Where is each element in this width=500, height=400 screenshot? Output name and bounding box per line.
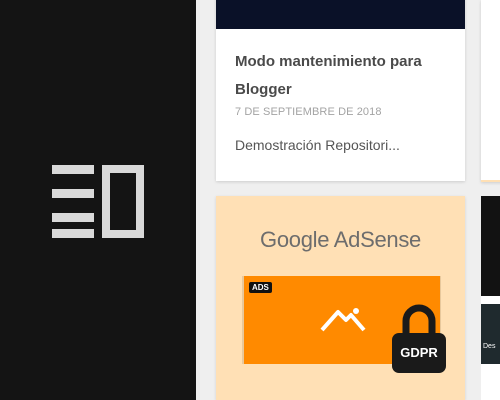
gdpr-label: GDPR: [400, 345, 438, 360]
blog-logo-icon[interactable]: [52, 165, 144, 238]
post-date: 7 DE SEPTIEMBRE DE 2018: [235, 106, 382, 118]
post-thumbnail[interactable]: [216, 0, 465, 29]
adsense-brand-text: Google AdSense: [260, 227, 421, 252]
padlock-icon: GDPR: [392, 301, 450, 373]
post-grid: Modo mantenimiento para Blogger 7 DE SEP…: [196, 0, 500, 400]
peek-post-text: Des: [483, 343, 496, 350]
post-card[interactable]: Google AdSense ADS GDPR: [216, 196, 465, 400]
post-title[interactable]: Modo mantenimiento para Blogger: [235, 48, 450, 104]
sidebar: [0, 0, 196, 400]
post-card-peek[interactable]: Des: [481, 196, 500, 400]
post-card-peek[interactable]: [481, 0, 500, 182]
ads-tag: ADS: [249, 282, 272, 293]
post-card[interactable]: Modo mantenimiento para Blogger 7 DE SEP…: [216, 0, 465, 181]
post-snippet: Demostración Repositori...: [235, 137, 400, 153]
mountain-image-icon: [320, 308, 366, 332]
